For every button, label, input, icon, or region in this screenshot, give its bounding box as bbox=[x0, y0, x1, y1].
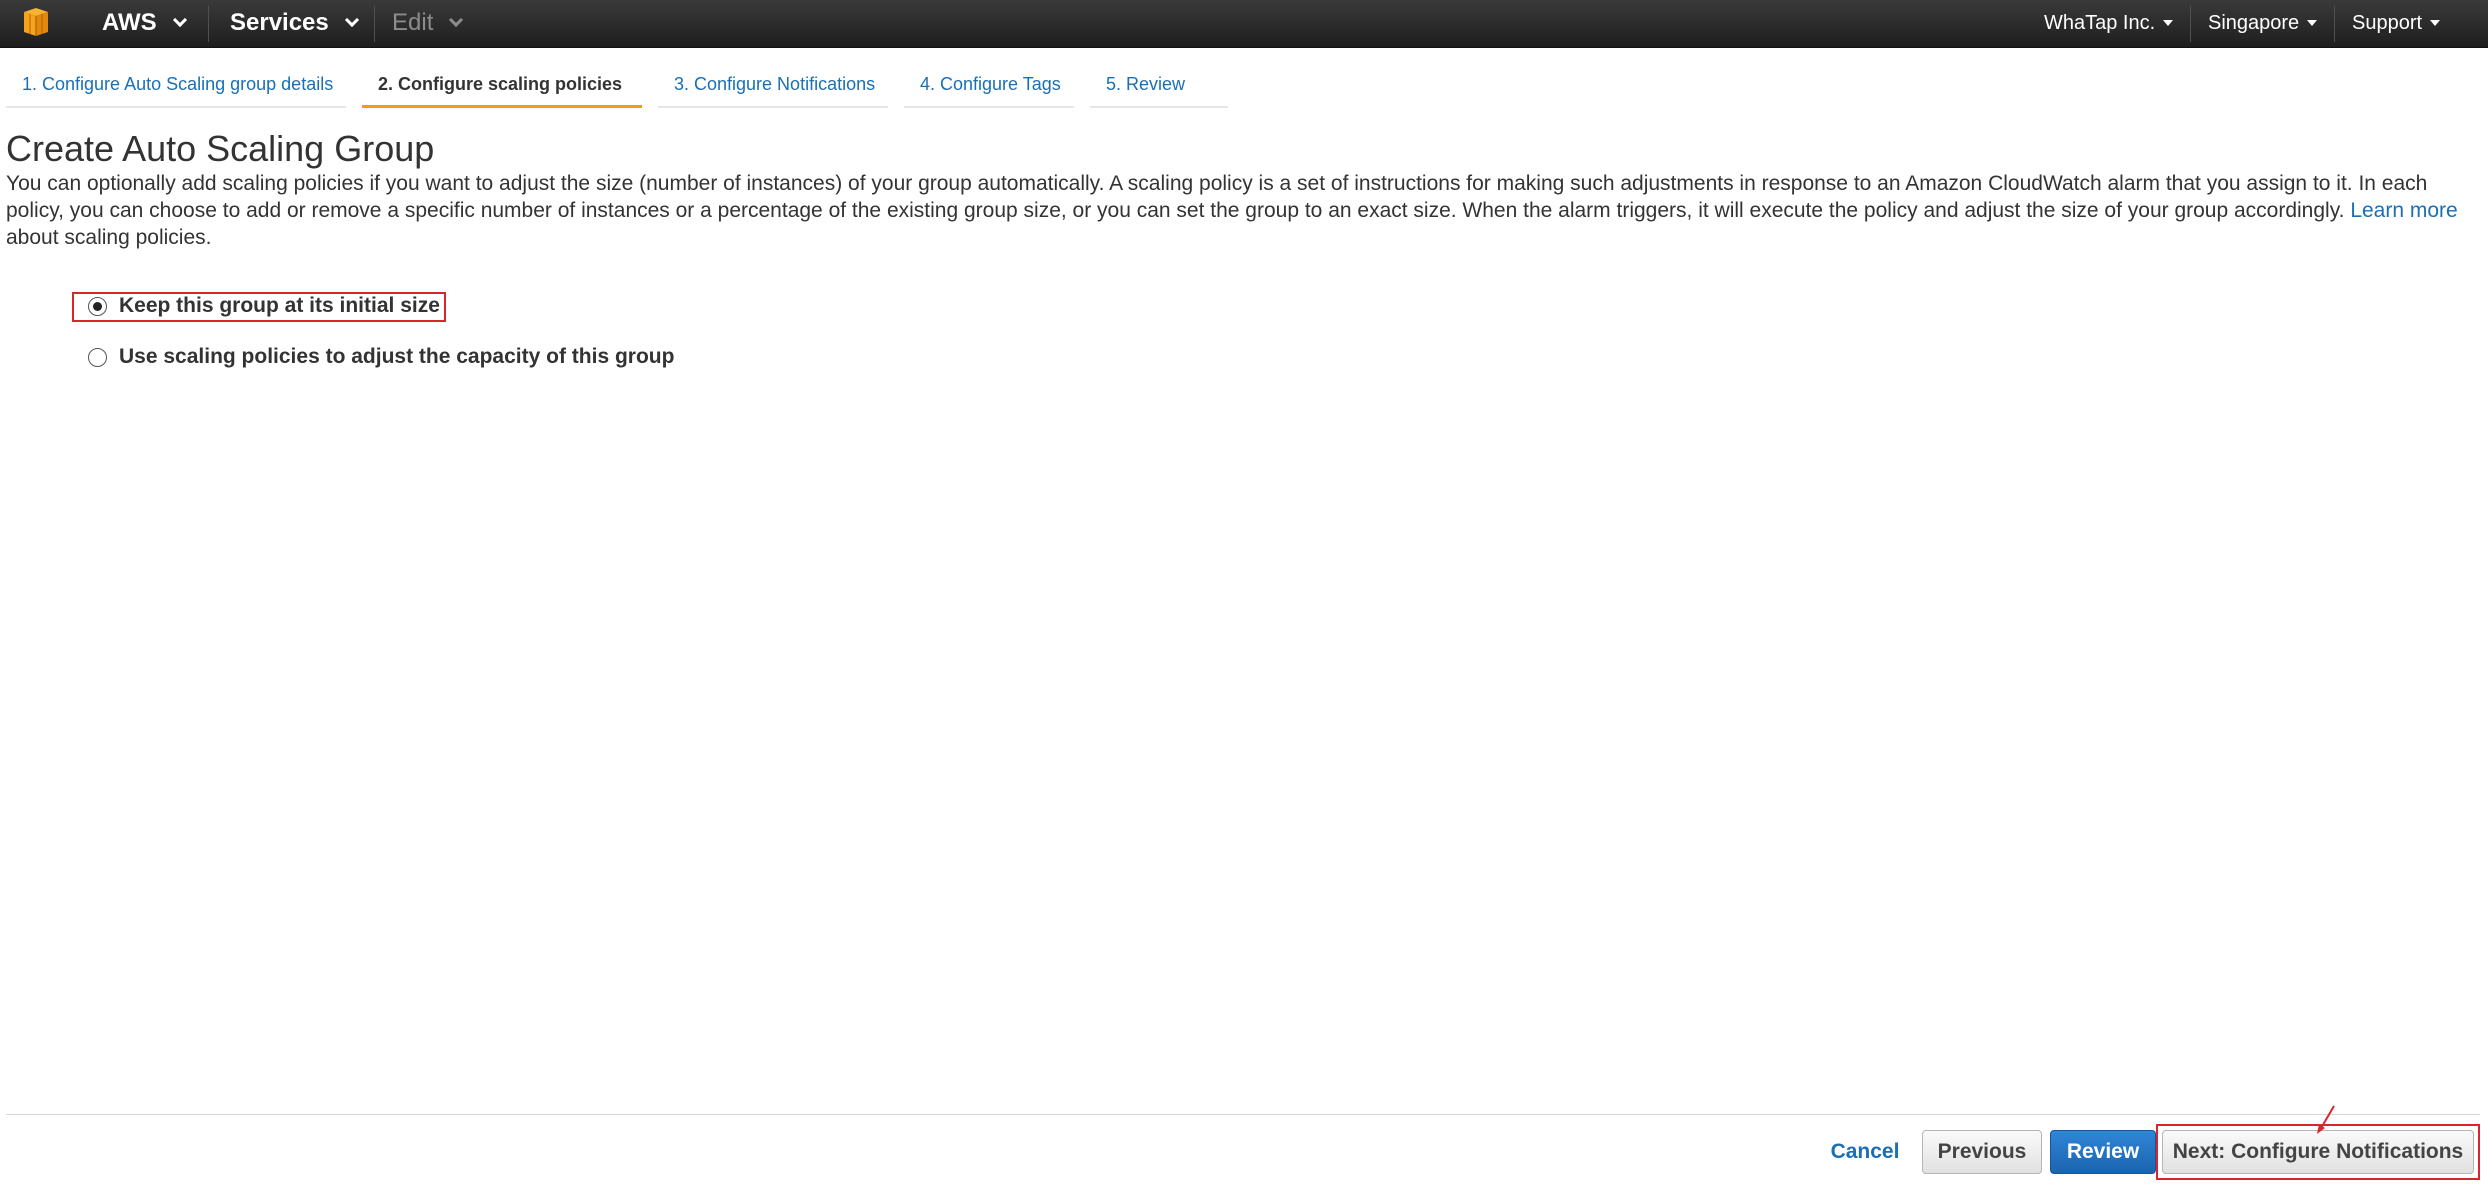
account-menu-label: WhaTap Inc. bbox=[2044, 11, 2156, 34]
option-label: Use scaling policies to adjust the capac… bbox=[119, 345, 675, 368]
region-menu[interactable]: Singapore bbox=[2208, 0, 2318, 46]
footer-divider bbox=[6, 1114, 2480, 1115]
tab-label: 5. Review bbox=[1106, 74, 1186, 94]
aws-menu[interactable]: AWS bbox=[102, 0, 187, 46]
tab-configure-group-details[interactable]: 1. Configure Auto Scaling group details bbox=[6, 68, 346, 108]
previous-button[interactable]: Previous bbox=[1922, 1130, 2042, 1174]
option-use-scaling-policies[interactable]: Use scaling policies to adjust the capac… bbox=[88, 345, 674, 369]
region-menu-label: Singapore bbox=[2208, 11, 2300, 34]
nav-divider bbox=[374, 6, 375, 42]
nav-divider bbox=[2334, 6, 2335, 42]
nav-divider bbox=[208, 6, 209, 42]
tab-configure-notifications[interactable]: 3. Configure Notifications bbox=[658, 68, 888, 108]
support-menu[interactable]: Support bbox=[2352, 0, 2441, 46]
next-configure-notifications-button[interactable]: Next: Configure Notifications bbox=[2162, 1130, 2474, 1174]
description-text: You can optionally add scaling policies … bbox=[6, 172, 2428, 222]
aws-cube-icon[interactable] bbox=[16, 6, 56, 38]
page-description: You can optionally add scaling policies … bbox=[6, 170, 2476, 251]
chevron-down-icon bbox=[344, 12, 359, 28]
page-title: Create Auto Scaling Group bbox=[6, 128, 435, 169]
edit-menu[interactable]: Edit bbox=[392, 0, 464, 46]
tab-label: 2. Configure scaling policies bbox=[378, 74, 623, 94]
top-nav-bar: AWS Services Edit WhaTap Inc. Singapore … bbox=[0, 0, 2488, 48]
tab-label: 1. Configure Auto Scaling group details bbox=[22, 74, 334, 94]
chevron-down-icon bbox=[172, 12, 187, 28]
radio-button-selected[interactable] bbox=[88, 296, 107, 316]
learn-more-link[interactable]: Learn more bbox=[2350, 199, 2457, 222]
nav-divider bbox=[2190, 6, 2191, 42]
caret-down-icon bbox=[2430, 20, 2441, 26]
option-keep-initial-size[interactable]: Keep this group at its initial size bbox=[88, 294, 440, 318]
cancel-button[interactable]: Cancel bbox=[1820, 1130, 1910, 1174]
description-tail: about scaling policies. bbox=[6, 226, 212, 249]
tab-configure-scaling-policies[interactable]: 2. Configure scaling policies bbox=[362, 68, 642, 108]
tab-review[interactable]: 5. Review bbox=[1090, 68, 1228, 108]
support-menu-label: Support bbox=[2352, 11, 2423, 34]
review-button[interactable]: Review bbox=[2050, 1130, 2156, 1174]
chevron-down-icon bbox=[449, 12, 464, 28]
services-menu[interactable]: Services bbox=[230, 0, 359, 46]
aws-menu-label: AWS bbox=[102, 9, 157, 36]
tab-label: 4. Configure Tags bbox=[920, 74, 1061, 94]
caret-down-icon bbox=[2307, 20, 2318, 26]
edit-menu-label: Edit bbox=[392, 9, 434, 36]
services-menu-label: Services bbox=[230, 9, 329, 36]
caret-down-icon bbox=[2163, 20, 2174, 26]
option-label: Keep this group at its initial size bbox=[119, 294, 440, 317]
annotation-arrow-icon bbox=[2317, 1105, 2335, 1134]
account-menu[interactable]: WhaTap Inc. bbox=[2044, 0, 2174, 46]
tab-configure-tags[interactable]: 4. Configure Tags bbox=[904, 68, 1074, 108]
radio-button[interactable] bbox=[88, 347, 107, 367]
tab-label: 3. Configure Notifications bbox=[674, 74, 876, 94]
